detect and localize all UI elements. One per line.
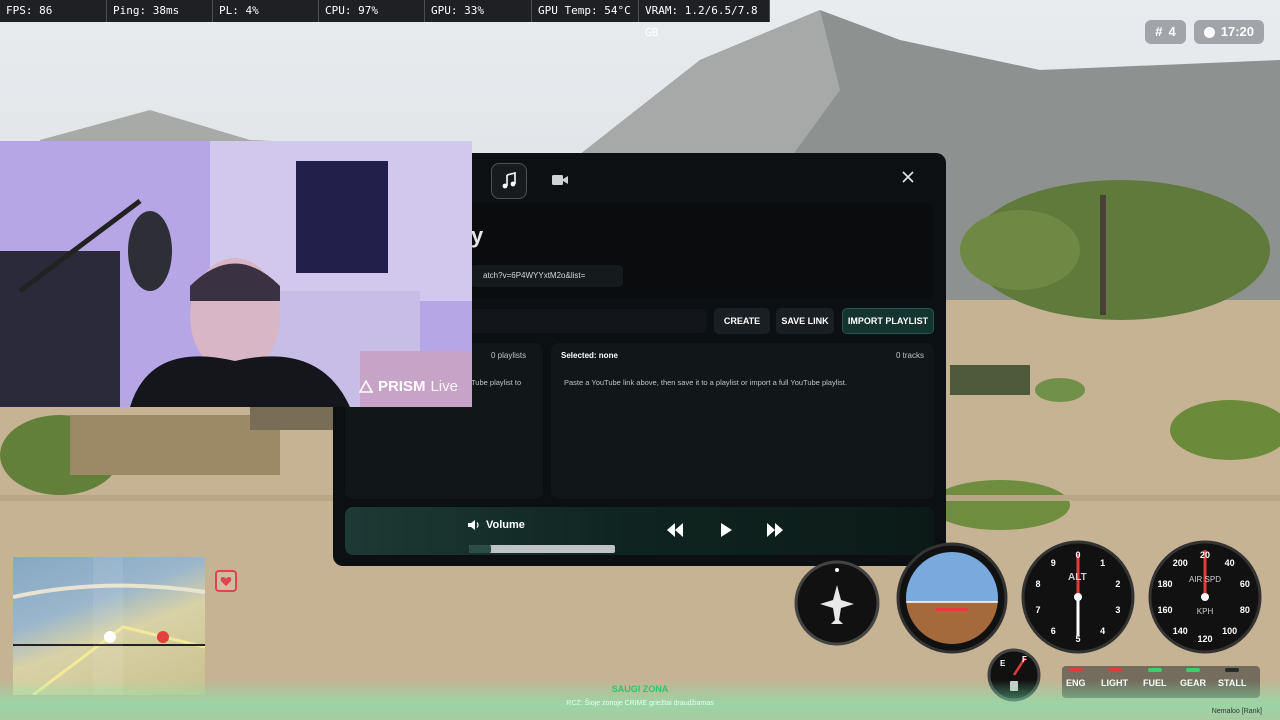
altimeter-number: 7 [1035, 604, 1041, 615]
stat-gpu-temp: GPU Temp: 54°C [532, 0, 639, 22]
zone-title: SAUGI ZONA [611, 684, 669, 694]
prism-logo-icon [358, 380, 373, 393]
next-track-icon[interactable] [766, 523, 784, 537]
performance-stats-bar: FPS: 86 Ping: 38ms PL: 4% CPU: 97% GPU: … [0, 0, 770, 39]
stat-packet-loss: PL: 4% [213, 0, 319, 22]
url-value: atch?v=6P4WYYxtM2o&list= [483, 271, 586, 280]
stat-vram: VRAM: 1.2/6.5/7.8 GB [639, 0, 770, 39]
airspeed-number: 200 [1172, 558, 1188, 569]
altimeter-number: 9 [1050, 558, 1056, 569]
airspeed-number: 100 [1222, 625, 1238, 636]
status-indicator-light [1186, 668, 1200, 672]
altimeter-number: 8 [1035, 579, 1041, 590]
youtube-url-input[interactable]: atch?v=6P4WYYxtM2o&list= [471, 265, 623, 287]
status-indicator-light [1068, 668, 1083, 672]
altimeter-number: 5 [1075, 634, 1081, 644]
clock-badge: 17:20 [1193, 20, 1264, 44]
player-bar: Volume [345, 507, 934, 555]
heading-indicator-gauge [794, 560, 880, 646]
airspeed-label: AIR SPD [1188, 575, 1221, 584]
stat-gpu: GPU: 33% [425, 0, 532, 22]
altimeter-numbers: 0 12 34 5 67 89 [1021, 540, 1135, 654]
status-indicator-light [1225, 668, 1240, 672]
airspeed-unit: KPH [1196, 607, 1214, 616]
clock-time: 17:20 [1220, 24, 1254, 39]
clock-dot-icon [1203, 26, 1215, 38]
volume-text: Volume [486, 519, 525, 531]
altimeter-number: 4 [1100, 625, 1106, 636]
tab-music[interactable] [491, 163, 527, 199]
fuel-full-label: F [1022, 655, 1027, 664]
webcam-overlay: PRISM Live [0, 141, 472, 407]
altimeter-number: 0 [1075, 550, 1081, 560]
player-number: 4 [1168, 24, 1176, 39]
hud-status-icons [215, 570, 237, 592]
volume-label: Volume [467, 519, 525, 531]
playlists-count: 0 playlists [491, 351, 527, 360]
music-note-icon [502, 172, 516, 189]
altimeter-number: 2 [1115, 579, 1121, 590]
tracks-column: Selected: none 0 tracks Paste a YouTube … [551, 343, 934, 499]
video-camera-icon [552, 175, 568, 185]
heart-icon [220, 576, 232, 586]
previous-track-icon[interactable] [666, 523, 684, 537]
webcam-scene [0, 141, 472, 407]
status-indicator-light [1107, 668, 1122, 672]
player-id-badge: # 4 [1145, 20, 1186, 44]
playlist-name-input[interactable] [459, 309, 707, 333]
airspeed-number: 140 [1172, 625, 1188, 636]
volume-slider[interactable] [469, 545, 615, 553]
volume-slider-fill [469, 545, 491, 553]
status-indicator-light [1147, 668, 1162, 672]
top-right-hud: # 4 17:20 [1145, 20, 1264, 44]
prism-brand: PRISM [377, 378, 426, 395]
airspeed-number: 40 [1224, 558, 1235, 569]
fuel-empty-label: E [1000, 659, 1006, 668]
airspeed-number: 20 [1199, 550, 1211, 560]
airspeed-number: 120 [1197, 634, 1213, 644]
selected-label: Selected: none [561, 351, 618, 360]
stat-fps: FPS: 86 [0, 0, 107, 22]
prism-live: Live [430, 378, 458, 395]
attitude-indicator-gauge [896, 542, 1008, 654]
stat-ping: Ping: 38ms [107, 0, 213, 22]
player-name-tag: Nemaloo [Rank] [1211, 708, 1262, 715]
hero-title: y [471, 223, 484, 248]
hash-icon: # [1155, 24, 1163, 39]
altimeter-label: ALT [1068, 572, 1087, 583]
minimap [13, 557, 205, 695]
create-button[interactable]: CREATE [714, 308, 770, 334]
playlists-hint: Tube playlist to [471, 378, 522, 387]
save-link-button[interactable]: SAVE LINK [776, 308, 834, 334]
close-icon [902, 171, 914, 183]
altimeter-number: 3 [1115, 604, 1121, 615]
play-icon[interactable] [719, 523, 733, 537]
minimap-roads [13, 557, 205, 695]
close-button[interactable] [898, 167, 918, 187]
stat-cpu: CPU: 97% [319, 0, 425, 22]
zone-subtitle: RCZ: Šioje zonoje CRIME griežtai draudži… [566, 700, 714, 707]
health-icon [215, 570, 237, 592]
tracks-hint: Paste a YouTube link above, then save it… [564, 378, 847, 387]
altimeter-number: 1 [1100, 558, 1106, 569]
airspeed-numbers: 20 40 60 80 100 120 140 160 180 200 [1148, 540, 1262, 654]
tab-video[interactable] [543, 163, 577, 197]
speaker-icon [468, 520, 479, 530]
tracks-count: 0 tracks [895, 351, 924, 360]
import-playlist-button[interactable]: IMPORT PLAYLIST [842, 308, 934, 334]
prism-live-watermark: PRISM Live [358, 378, 458, 395]
altimeter-number: 6 [1050, 625, 1056, 636]
